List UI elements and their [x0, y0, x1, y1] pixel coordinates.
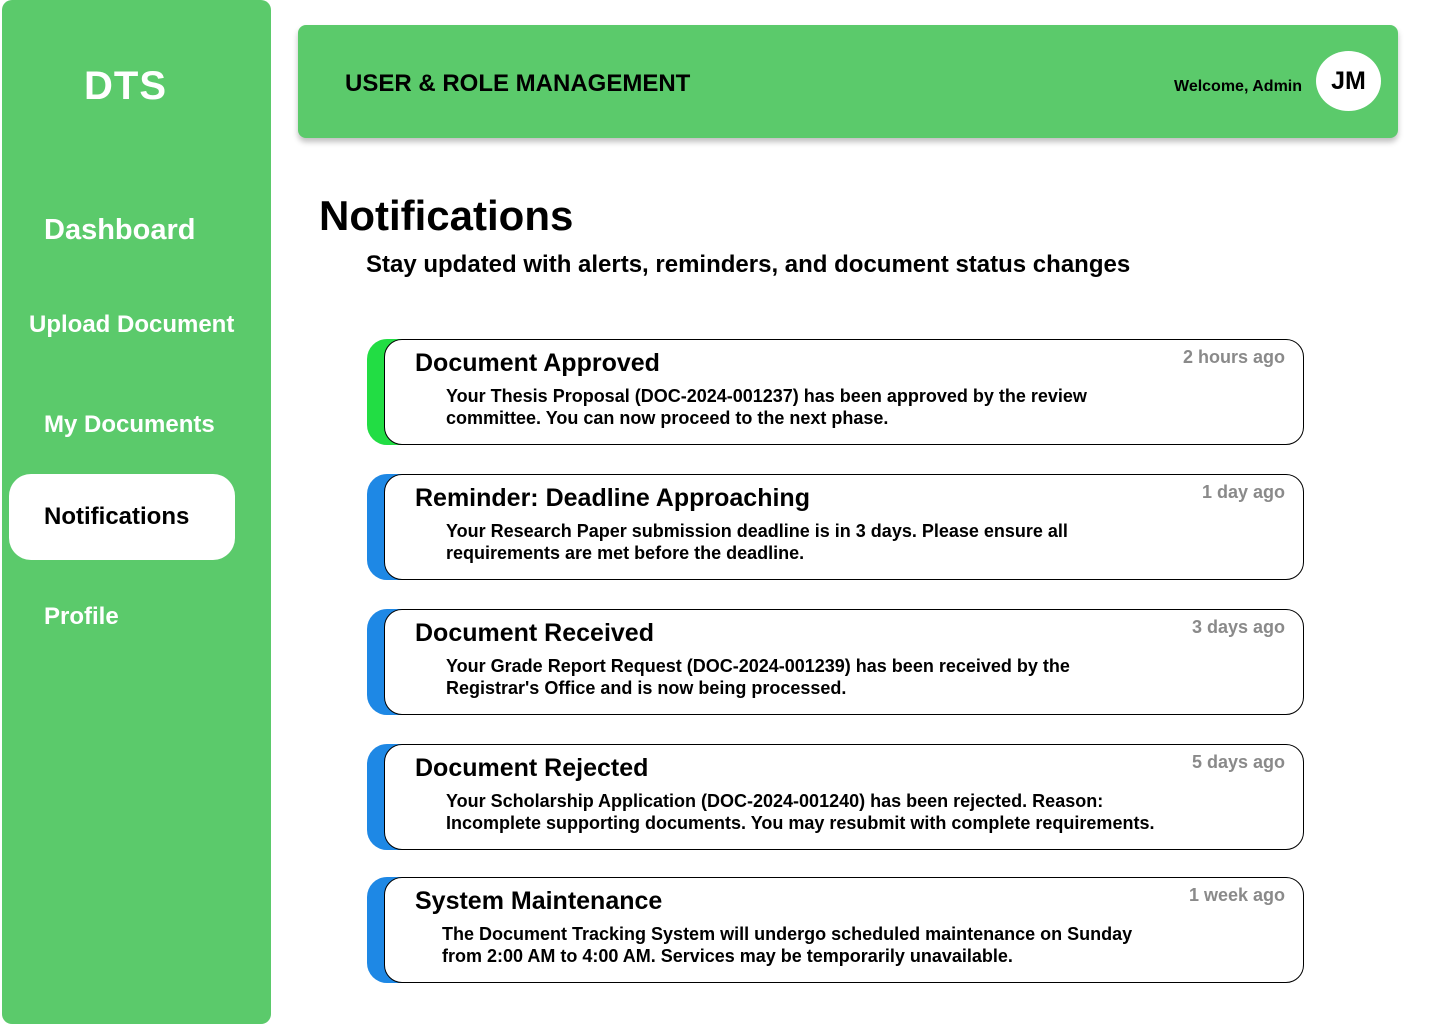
sidebar-item-label: Dashboard — [44, 213, 196, 246]
avatar-initials: JM — [1331, 66, 1366, 95]
brand-logo: DTS — [84, 64, 167, 108]
sidebar-item-notifications[interactable]: Notifications — [9, 474, 235, 560]
notification-timestamp: 2 hours ago — [1182, 347, 1285, 367]
notification-message: The Document Tracking System will underg… — [442, 924, 1133, 966]
sidebar: DTS Dashboard Upload Document My Documen… — [2, 0, 271, 1024]
notification-title: Reminder: Deadline Approaching — [415, 484, 810, 512]
sidebar-item-label: Profile — [44, 603, 119, 630]
notification-title: Document Received — [415, 619, 654, 647]
header-bar: USER & ROLE MANAGEMENT Welcome, Admin JM — [298, 25, 1398, 138]
notification-card-accent: Document Received 3 days ago Your Grade … — [367, 609, 1304, 715]
notification-card[interactable]: System Maintenance 1 week ago The Docume… — [384, 877, 1304, 983]
notification-card-accent: Document Approved 2 hours ago Your Thesi… — [367, 339, 1304, 445]
notification-card[interactable]: Reminder: Deadline Approaching 1 day ago… — [384, 474, 1304, 580]
notification-card[interactable]: Document Received 3 days ago Your Grade … — [384, 609, 1304, 715]
notification-message: Your Research Paper submission deadline … — [446, 521, 1068, 563]
notification-timestamp: 1 day ago — [1201, 482, 1285, 502]
notification-timestamp: 1 week ago — [1188, 885, 1285, 905]
notification-card-accent: System Maintenance 1 week ago The Docume… — [367, 877, 1304, 983]
notification-message: Your Scholarship Application (DOC-2024-0… — [446, 791, 1155, 833]
notification-title: Document Rejected — [415, 754, 649, 782]
header-title: USER & ROLE MANAGEMENT — [345, 70, 691, 97]
page-subtitle: Stay updated with alerts, reminders, and… — [366, 251, 1131, 278]
notification-title: Document Approved — [415, 349, 660, 377]
sidebar-item-profile[interactable]: Profile — [44, 600, 119, 634]
welcome-text: Welcome, Admin — [1174, 78, 1303, 95]
sidebar-item-upload-document[interactable]: Upload Document — [29, 308, 234, 342]
sidebar-item-label: Upload Document — [29, 311, 235, 338]
sidebar-item-label: Notifications — [44, 503, 190, 530]
notification-message: Your Thesis Proposal (DOC-2024-001237) h… — [446, 386, 1087, 428]
avatar[interactable]: JM — [1316, 51, 1381, 111]
notification-timestamp: 5 days ago — [1191, 752, 1285, 772]
notification-card-accent: Document Rejected 5 days ago Your Schola… — [367, 744, 1304, 850]
notification-card-accent: Reminder: Deadline Approaching 1 day ago… — [367, 474, 1304, 580]
sidebar-item-dashboard[interactable]: Dashboard — [44, 210, 195, 250]
notification-card[interactable]: Document Approved 2 hours ago Your Thesi… — [384, 339, 1304, 445]
notification-message: Your Grade Report Request (DOC-2024-0012… — [446, 656, 1070, 698]
sidebar-item-label: My Documents — [44, 411, 215, 438]
notification-timestamp: 3 days ago — [1191, 617, 1285, 637]
notification-title: System Maintenance — [415, 887, 663, 915]
page-title: Notifications — [319, 192, 574, 239]
sidebar-item-my-documents[interactable]: My Documents — [44, 408, 215, 442]
notification-card[interactable]: Document Rejected 5 days ago Your Schola… — [384, 744, 1304, 850]
